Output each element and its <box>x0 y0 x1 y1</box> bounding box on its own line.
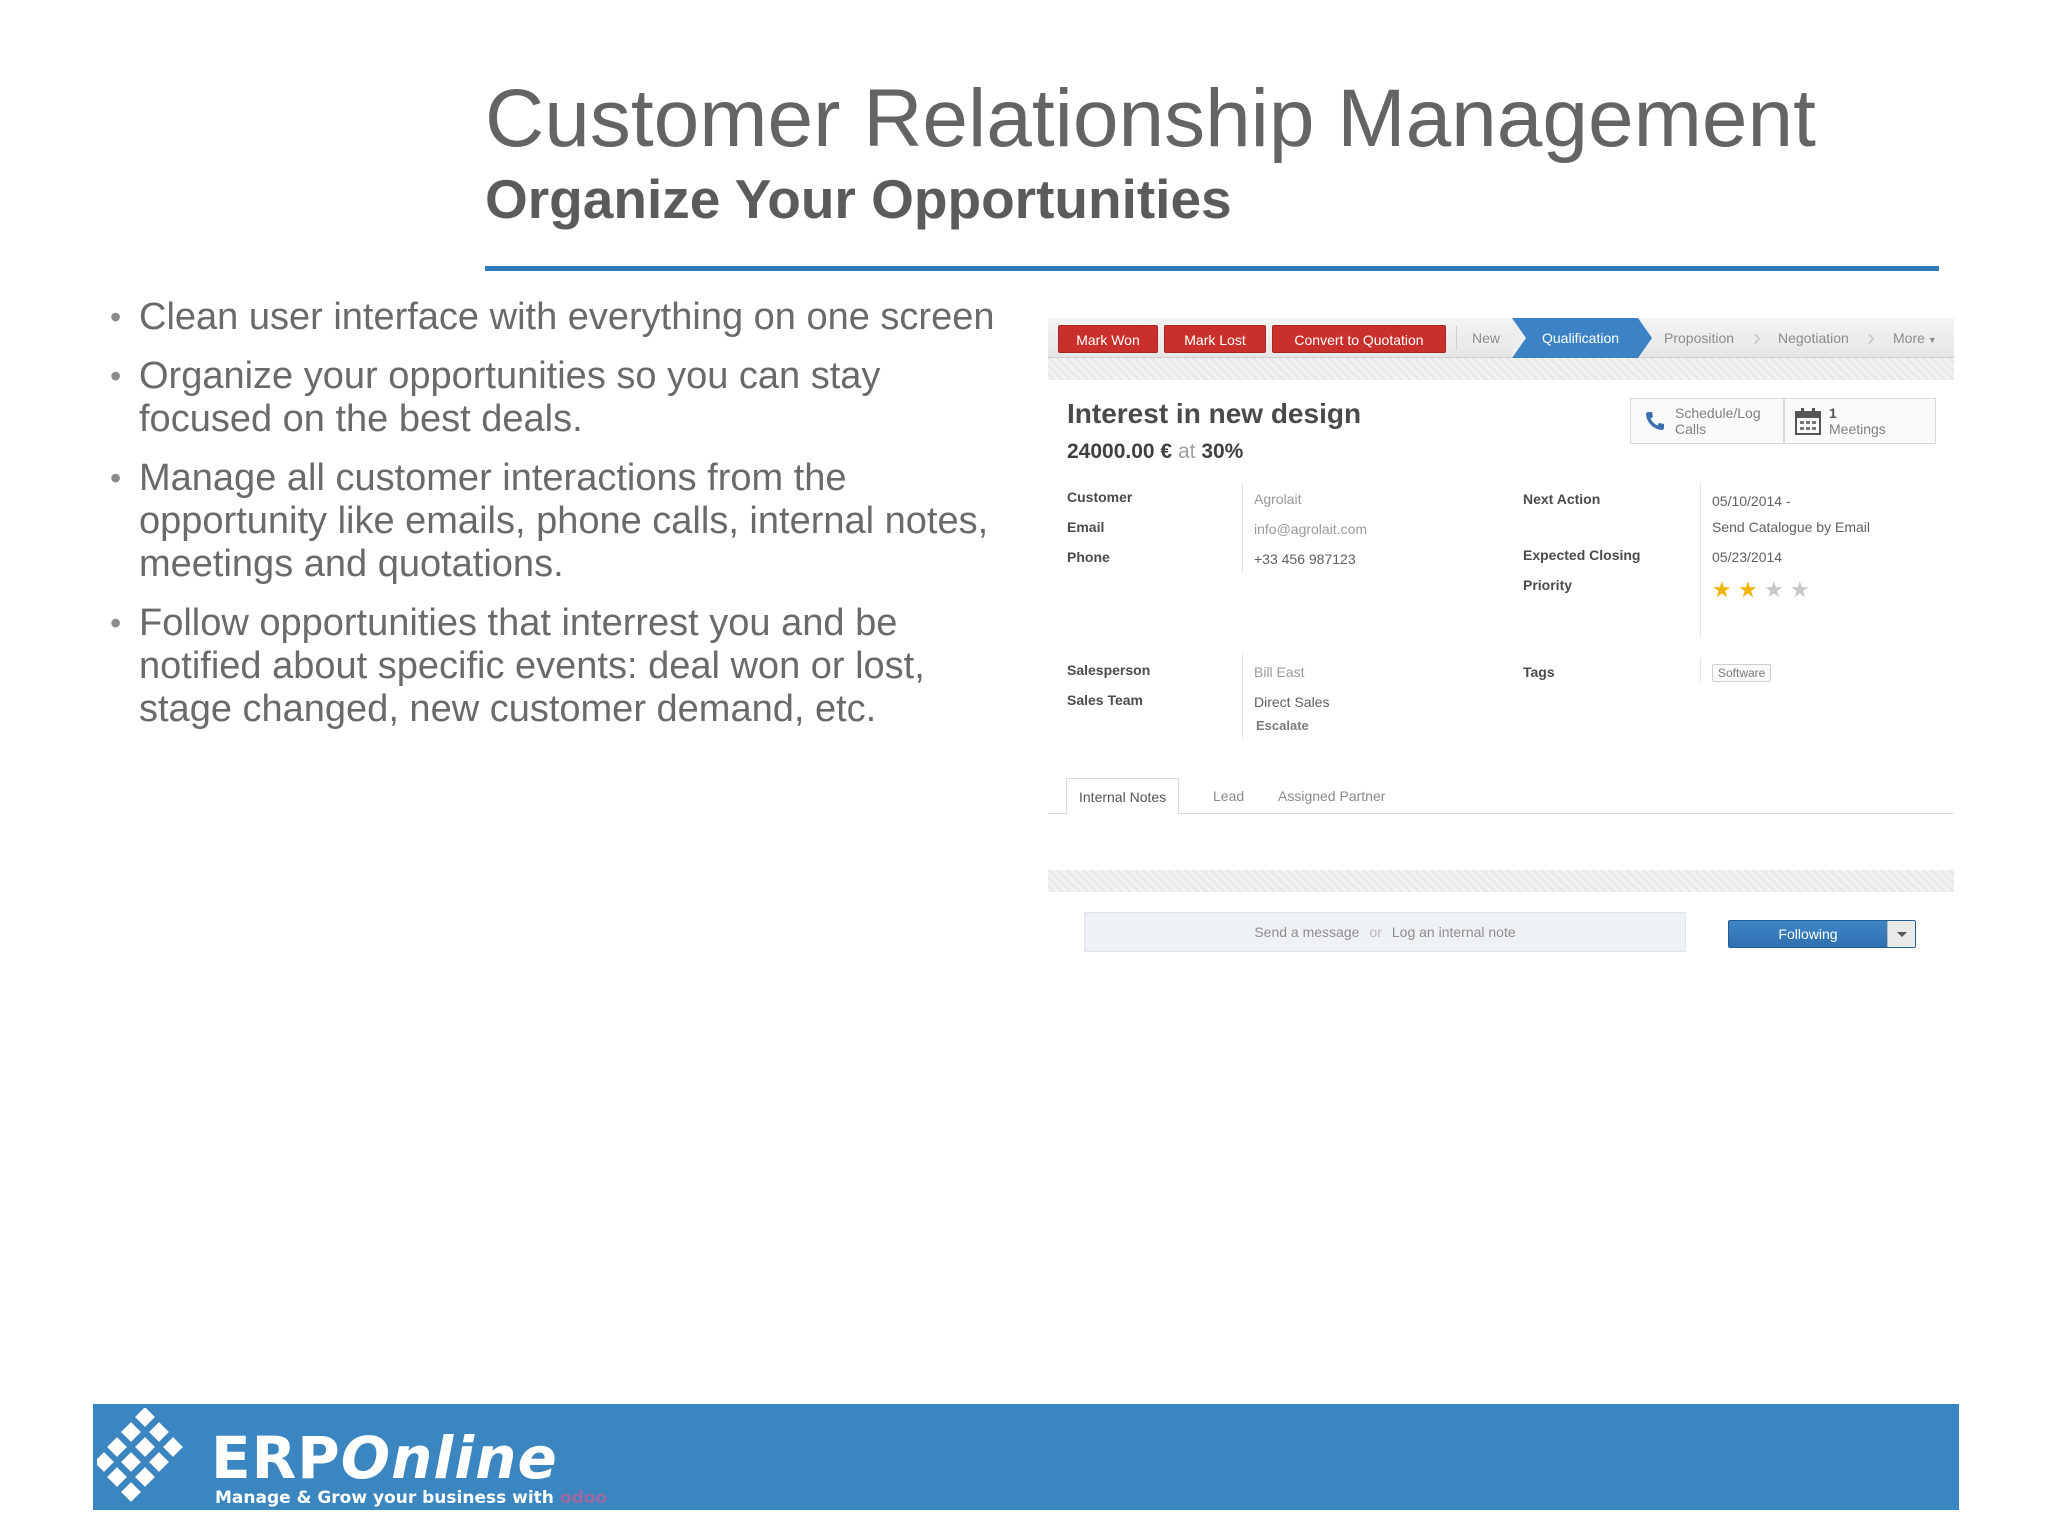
bullet-dot-icon: • <box>110 299 122 335</box>
stage-negotiation[interactable]: Negotiation <box>1778 318 1849 358</box>
following-button[interactable]: Following <box>1728 920 1916 948</box>
opportunity-revenue: 24000.00 € at 30% <box>1067 440 1243 464</box>
schedule-calls-button[interactable]: Schedule/Log Calls <box>1630 398 1784 444</box>
customer-field[interactable]: Agrolait <box>1254 491 1301 507</box>
stage-qualification-label: Qualification <box>1542 330 1620 346</box>
next-action-dash: - <box>1785 493 1791 509</box>
priority-label: Priority <box>1523 577 1573 593</box>
statusbar-separator <box>1456 326 1457 350</box>
priority-star-icon[interactable]: ★ <box>1738 579 1758 601</box>
log-note-link[interactable]: Log an internal note <box>1392 924 1516 940</box>
calendar-icon <box>1795 408 1821 435</box>
chatter-composer-bar: Send a message or Log an internal note <box>1084 912 1686 952</box>
bullet-dot-icon: • <box>110 358 122 394</box>
opportunity-name: Interest in new design <box>1067 398 1362 429</box>
tab-assigned-partner[interactable]: Assigned Partner <box>1278 778 1385 815</box>
next-action-date-field[interactable]: 05/10/2014 - <box>1712 493 1791 509</box>
tags-label: Tags <box>1523 664 1555 680</box>
next-action-date: 05/10/2014 <box>1712 493 1783 509</box>
next-action-label: Next Action <box>1523 491 1601 507</box>
escalate-link[interactable]: Escalate <box>1256 718 1309 733</box>
brand-tagline: Manage & Grow your business with odoo <box>215 1488 607 1508</box>
mark-won-button[interactable]: Mark Won <box>1058 325 1158 353</box>
chatter-top-pattern <box>1048 870 1954 892</box>
calls-label: Calls <box>1675 421 1707 437</box>
crm-opportunity-form: Mark Won Mark Lost Convert to Quotation … <box>1048 318 1954 958</box>
bullet-dot-icon: • <box>110 605 122 641</box>
schedule-label: Schedule/Log <box>1675 405 1761 421</box>
mark-lost-button[interactable]: Mark Lost <box>1164 325 1266 353</box>
convert-to-quotation-button[interactable]: Convert to Quotation <box>1272 325 1446 353</box>
bullet-item: • Manage all customer interactions from t… <box>110 457 989 585</box>
tab-lead[interactable]: Lead <box>1213 778 1244 815</box>
title-divider <box>485 266 1939 271</box>
bullet-item: • Follow opportunities that interrest you… <box>110 602 925 730</box>
priority-star-icon[interactable]: ★ <box>1790 579 1810 601</box>
tab-internal-notes[interactable]: Internal Notes <box>1066 778 1180 815</box>
revenue-at-label: at <box>1177 440 1196 463</box>
field-divider <box>1242 484 1243 572</box>
field-divider <box>1242 654 1243 738</box>
footer-banner: ERPOnline Manage & Grow your business wi… <box>93 1404 1959 1510</box>
bullet-dot-icon: • <box>110 460 122 496</box>
expected-closing-field[interactable]: 05/23/2014 <box>1712 549 1782 565</box>
stage-new[interactable]: New <box>1472 318 1500 358</box>
erponline-logo-icon <box>97 1408 183 1502</box>
phone-icon <box>1646 412 1664 430</box>
notebook-tabs: Internal Notes Lead Assigned Partner <box>1048 778 1954 815</box>
stage-chevron-icon: › <box>1753 324 1761 351</box>
priority-star-icon[interactable]: ★ <box>1712 579 1732 601</box>
email-field[interactable]: info@agrolait.com <box>1254 521 1367 537</box>
form-top-pattern <box>1048 358 1954 380</box>
caret-down-icon[interactable] <box>1887 921 1915 947</box>
following-label: Following <box>1778 926 1838 942</box>
bullet-item: • Organize your opportunities so you can … <box>110 355 881 440</box>
expected-closing-label: Expected Closing <box>1523 547 1641 563</box>
salesperson-label: Salesperson <box>1067 662 1151 678</box>
bullet-list: • Clean user interface with everything on… <box>110 296 1010 747</box>
phone-label: Phone <box>1067 549 1110 565</box>
brand-online: Online <box>340 1424 558 1492</box>
stage-qualification[interactable]: Qualification <box>1512 318 1652 358</box>
caret-down-icon: ▼ <box>1927 335 1937 345</box>
meetings-button[interactable]: 1 Meetings <box>1784 398 1936 444</box>
slide-subtitle: Organize Your Opportunities <box>485 168 1232 230</box>
bullet-item: • Clean user interface with everything on… <box>110 296 995 338</box>
next-action-field[interactable]: Send Catalogue by Email <box>1712 519 1870 535</box>
email-label: Email <box>1067 519 1105 535</box>
percent-sign: % <box>1224 440 1244 463</box>
odoo-wordmark: odoo <box>559 1488 608 1508</box>
tagline-text: Manage & Grow your business with <box>215 1488 554 1508</box>
tag-badge[interactable]: Software <box>1712 664 1772 682</box>
meetings-count: 1 <box>1829 405 1837 421</box>
phone-field[interactable]: +33 456 987123 <box>1254 551 1356 567</box>
expected-revenue: 24000.00 € <box>1067 440 1173 463</box>
stage-proposition[interactable]: Proposition <box>1664 318 1734 358</box>
salesperson-field[interactable]: Bill East <box>1254 664 1305 680</box>
sales-team-label: Sales Team <box>1067 692 1144 708</box>
stage-chevron-icon: › <box>1867 324 1875 351</box>
probability-value: 30 <box>1201 440 1225 463</box>
priority-star-icon[interactable]: ★ <box>1764 579 1784 601</box>
stage-more-label: More <box>1893 330 1925 346</box>
stage-more-menu[interactable]: More ▼ <box>1893 318 1937 358</box>
send-message-link[interactable]: Send a message <box>1254 924 1359 940</box>
slide-title: Customer Relationship Management <box>485 73 1816 164</box>
meetings-label: Meetings <box>1829 421 1886 437</box>
customer-label: Customer <box>1067 489 1133 505</box>
field-divider <box>1700 658 1701 682</box>
or-label: or <box>1369 924 1382 940</box>
sales-team-field[interactable]: Direct Sales <box>1254 694 1329 710</box>
brand-erp: ERP <box>211 1424 341 1492</box>
field-divider <box>1700 484 1701 636</box>
brand-name: ERPOnline <box>211 1424 558 1492</box>
statusbar: Mark Won Mark Lost Convert to Quotation … <box>1048 318 1954 358</box>
